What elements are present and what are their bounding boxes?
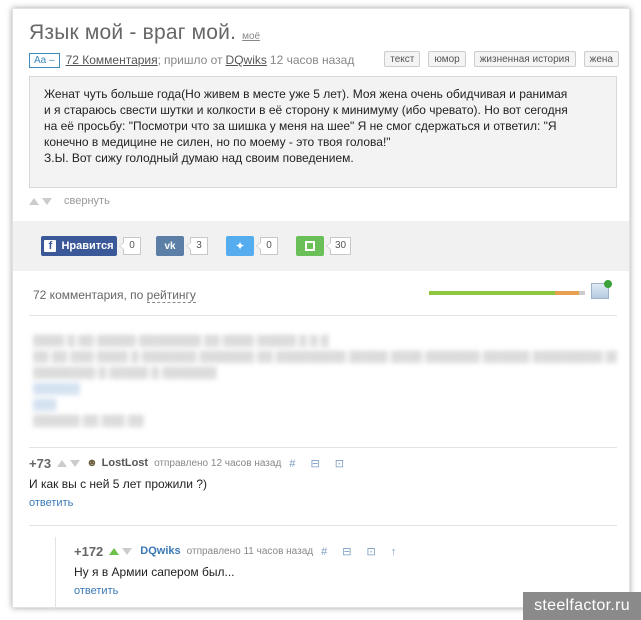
share-bar: f Нравится 0 vk 3 ✦ 0 30: [13, 221, 629, 271]
blurred-line: ▒▒▒▒▒▒: [33, 383, 80, 395]
blurred-line: ▒▒ ▒▒ ▒▒▒ ▒▒▒▒ ▒ ▒▒▒▒▒▒▒ ▒▒▒▒▒▒▒ ▒▒ ▒▒▒▒…: [33, 351, 617, 363]
blurred-line: ▒▒▒: [33, 399, 57, 411]
post-line: З.Ы. Вот сижу голодный думаю над своим п…: [44, 151, 354, 165]
comment-header: +172 DQwiks отправлено 11 часов назад # …: [74, 543, 614, 559]
rating-bar-negative: [555, 291, 579, 295]
tag-list: текст юмор жизненная история жена: [376, 51, 619, 67]
tag-life-story[interactable]: жизненная история: [473, 51, 576, 67]
title-tag-link[interactable]: моё: [242, 31, 260, 42]
collapse-link[interactable]: свернуть: [64, 195, 110, 207]
comment: +73 ☻ LostLost отправлено 12 часов назад…: [29, 455, 617, 510]
comment-score: +73: [29, 455, 52, 471]
tag-humor[interactable]: юмор: [428, 51, 466, 67]
post-line: на её просьбу: "Посмотри что за шишка у …: [44, 119, 557, 133]
post-vote-row: свернуть: [29, 195, 110, 207]
blurred-line: ▒▒▒▒▒▒ ▒▒ ▒▒▒ ▒▒: [33, 415, 144, 427]
upvote-icon[interactable]: [57, 459, 68, 467]
comments-count-label: 72 комментария, по: [33, 288, 144, 302]
avatar-icon: ☻: [86, 457, 98, 469]
blurred-comment: ▒▒▒▒ ▒ ▒▒ ▒▒▒▒▒ ▒▒▒▒▒▒▒▒ ▒▒ ▒▒▒▒ ▒▒▒▒▒ ▒…: [33, 333, 617, 443]
post-title[interactable]: Язык мой - враг мой.: [29, 21, 236, 45]
upvote-icon[interactable]: [29, 197, 39, 205]
divider: [29, 525, 617, 526]
save-share: 30: [296, 236, 352, 256]
post-line: и я стараюсь свести шутки и колкости в е…: [44, 103, 568, 117]
save-icon: [305, 241, 315, 251]
downvote-icon[interactable]: [70, 459, 81, 467]
rating-bar-tail: [579, 291, 585, 295]
post-title-row: Язык мой - враг мой. моё: [29, 21, 260, 45]
meta-separator: ;: [157, 53, 161, 67]
watermark: steelfactor.ru: [523, 592, 641, 620]
twitter-share: ✦ 0: [226, 236, 278, 256]
comment-time: отправлено 11 часов назад: [186, 545, 314, 557]
post-author-link[interactable]: DQwiks: [226, 53, 267, 67]
vk-share: vk 3: [156, 236, 208, 256]
comment-author-link[interactable]: DQwiks: [140, 545, 180, 557]
twitter-share-button[interactable]: ✦: [226, 236, 254, 256]
divider: [29, 447, 617, 448]
rating-bar: [429, 291, 585, 295]
post-card: Язык мой - враг мой. моё Aa – 72 Коммент…: [12, 8, 630, 609]
comment-author-link[interactable]: LostLost: [102, 457, 148, 469]
post-time: 12 часов назад: [269, 53, 355, 67]
facebook-icon: f: [44, 240, 57, 252]
check-badge-icon: [604, 280, 612, 288]
divider: [29, 315, 617, 316]
tag-wife[interactable]: жена: [583, 51, 619, 67]
comment-score: +172: [74, 543, 104, 559]
tag-text[interactable]: текст: [384, 51, 421, 67]
facebook-like-label: Нравится: [61, 240, 114, 252]
downvote-icon[interactable]: [42, 197, 52, 205]
vk-share-button[interactable]: vk: [156, 236, 184, 256]
save-button[interactable]: [296, 236, 324, 256]
post-line: конечно в медицине не силен, но по моему…: [44, 135, 391, 149]
comment-header: +73 ☻ LostLost отправлено 12 часов назад…: [29, 455, 617, 471]
facebook-count: 0: [119, 237, 141, 255]
comment-text: Ну я в Армии сапером был...: [74, 565, 235, 579]
image-settings-icon[interactable]: [591, 280, 612, 299]
post-line: Женат чуть больше года(Но живем в месте …: [44, 87, 568, 101]
facebook-like-button[interactable]: f Нравится: [41, 236, 117, 256]
comment-action-icons[interactable]: # ⊟ ⊡: [289, 457, 350, 470]
sort-by-rating-link[interactable]: рейтингу: [146, 288, 196, 303]
comments-count-link[interactable]: 72 Комментария: [66, 53, 158, 67]
comment: +172 DQwiks отправлено 11 часов назад # …: [74, 543, 614, 598]
font-size-button[interactable]: Aa –: [29, 52, 60, 68]
vk-count: 3: [186, 237, 208, 255]
save-count: 30: [325, 237, 352, 255]
from-label: пришло от: [163, 53, 223, 67]
comment-time: отправлено 12 часов назад: [154, 457, 282, 469]
blurred-line: ▒▒▒▒ ▒ ▒▒ ▒▒▒▒▒ ▒▒▒▒▒▒▒▒ ▒▒ ▒▒▒▒ ▒▒▒▒▒ ▒…: [33, 335, 329, 347]
vk-icon: vk: [164, 240, 176, 252]
post-body: Женат чуть больше года(Но живем в месте …: [29, 76, 617, 188]
comment-action-icons[interactable]: # ⊟ ⊡ ↑: [321, 545, 402, 558]
comments-header: 72 комментария, по рейтингу: [33, 288, 196, 303]
comment-text: И как вы с ней 5 лет прожили ?): [29, 477, 208, 491]
reply-link[interactable]: ответить: [29, 497, 617, 509]
facebook-share: f Нравится 0: [41, 236, 141, 256]
blurred-line: ▒▒▒▒▒▒▒▒ ▒ ▒▒▒▒▒ ▒ ▒▒▒▒▒▒▒: [33, 367, 217, 379]
post-meta: Aa – 72 Комментария ; пришло от DQwiks 1…: [29, 51, 619, 69]
twitter-icon: ✦: [234, 239, 246, 253]
twitter-count: 0: [256, 237, 278, 255]
upvote-icon[interactable]: [109, 547, 120, 555]
downvote-icon[interactable]: [122, 547, 133, 555]
